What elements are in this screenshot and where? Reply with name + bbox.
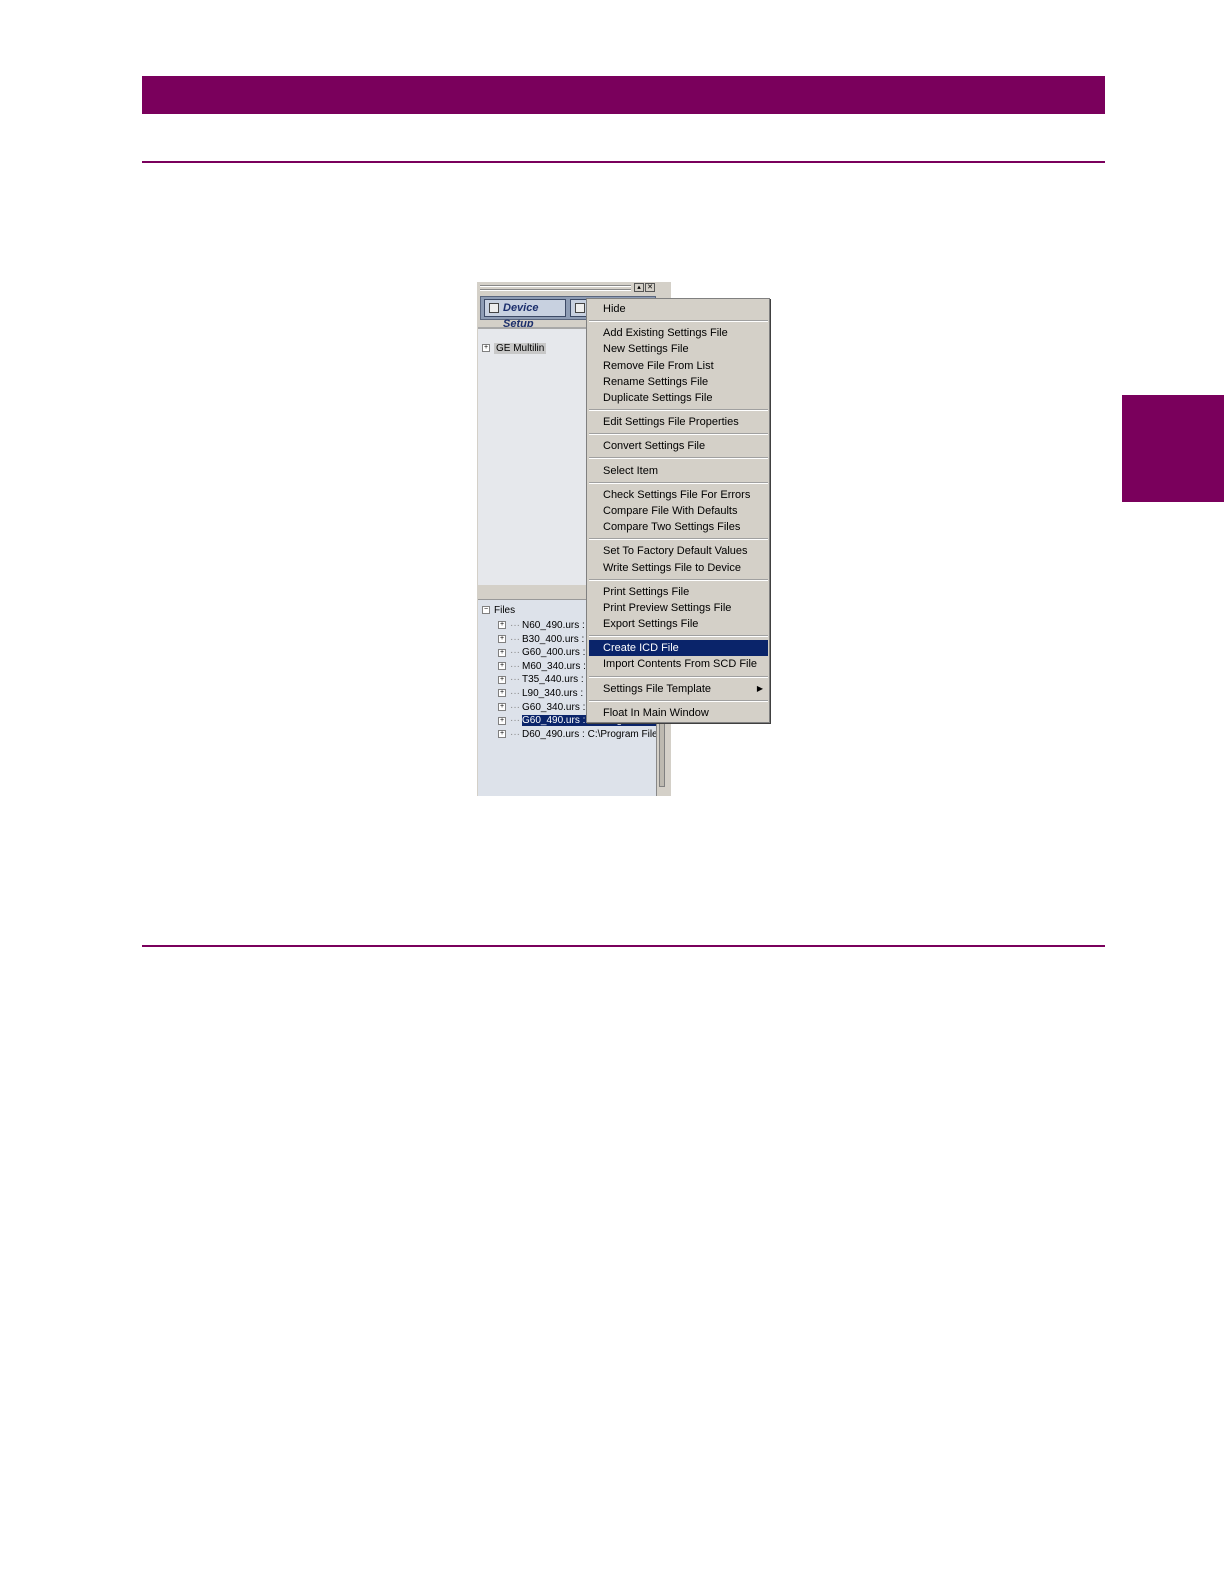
- menu-separator: [589, 538, 768, 541]
- expand-icon[interactable]: +: [482, 344, 490, 353]
- device-setup-button[interactable]: Device Setup: [484, 299, 566, 330]
- submenu-arrow-icon: ▶: [756, 683, 763, 693]
- menu-item-select-item[interactable]: Select Item: [589, 463, 768, 479]
- menu-item-compare-two-settings-files[interactable]: Compare Two Settings Files: [589, 519, 768, 535]
- context-menu: Hide Add Existing Settings File New Settin…: [586, 298, 770, 723]
- menu-separator: [589, 320, 768, 323]
- section-rule-bottom: [142, 945, 1105, 947]
- menu-item-new-settings-file[interactable]: New Settings File: [589, 341, 768, 357]
- expand-icon[interactable]: +: [498, 621, 506, 630]
- menu-separator: [589, 433, 768, 436]
- section-rule-top: [142, 161, 1105, 163]
- window-controls: ▴ ✕: [634, 283, 655, 292]
- tree-connector: ···: [510, 728, 520, 740]
- toolbar-grip[interactable]: [480, 285, 631, 287]
- tree-label: GE Multilin: [494, 343, 547, 354]
- expand-icon[interactable]: +: [498, 662, 506, 671]
- tree-connector: ···: [510, 688, 520, 699]
- menu-separator: [589, 481, 768, 484]
- tree-item-ge-multilin[interactable]: + GE Multilin: [482, 343, 547, 354]
- tree-connector: ···: [510, 647, 520, 659]
- expand-icon[interactable]: +: [498, 648, 506, 657]
- menu-item-set-to-factory-default-values[interactable]: Set To Factory Default Values: [589, 543, 768, 559]
- toolbar-grip[interactable]: [480, 289, 631, 291]
- menu-item-hide[interactable]: Hide: [589, 301, 768, 317]
- minimize-button[interactable]: ▴: [634, 283, 644, 292]
- close-button[interactable]: ✕: [645, 283, 655, 292]
- menu-item-settings-file-template[interactable]: Settings File Template ▶: [589, 681, 768, 697]
- tree-connector: ···: [510, 633, 520, 645]
- menu-item-remove-file-from-list[interactable]: Remove File From List: [589, 358, 768, 374]
- menu-item-print-preview-settings-file[interactable]: Print Preview Settings File: [589, 600, 768, 616]
- tree-label: Files: [494, 605, 516, 616]
- menu-separator: [589, 635, 768, 638]
- file-tree-item[interactable]: + ··· T35_440.urs : C:: [498, 673, 596, 686]
- menu-item-import-contents-from-scd-file[interactable]: Import Contents From SCD File: [589, 656, 768, 672]
- tree-connector: ···: [510, 701, 520, 713]
- expand-icon[interactable]: +: [498, 702, 506, 711]
- expand-icon[interactable]: +: [498, 730, 506, 739]
- expand-icon[interactable]: +: [498, 716, 506, 725]
- menu-item-export-settings-file[interactable]: Export Settings File: [589, 616, 768, 632]
- device-setup-icon: [489, 303, 499, 313]
- menu-separator: [589, 578, 768, 581]
- menu-item-edit-settings-file-properties[interactable]: Edit Settings File Properties: [589, 414, 768, 430]
- expand-icon[interactable]: +: [498, 675, 506, 684]
- menu-item-float-in-main-window[interactable]: Float In Main Window: [589, 705, 768, 721]
- tree-connector: ···: [510, 660, 520, 672]
- collapse-icon[interactable]: −: [482, 606, 490, 615]
- expand-icon[interactable]: +: [498, 689, 506, 698]
- tree-connector: ···: [510, 715, 520, 727]
- file-tree-item[interactable]: + ··· M60_340.urs : C:: [498, 660, 599, 673]
- chapter-header-bar: [142, 76, 1105, 114]
- menu-separator: [589, 408, 768, 411]
- menu-item-rename-settings-file[interactable]: Rename Settings File: [589, 374, 768, 390]
- menu-item-check-settings-file-for-errors[interactable]: Check Settings File For Errors: [589, 487, 768, 503]
- menu-item-write-settings-file-to-device[interactable]: Write Settings File to Device: [589, 560, 768, 576]
- tree-connector: ···: [510, 620, 520, 631]
- menu-separator: [589, 457, 768, 460]
- file-tree-item[interactable]: + ··· L90_340.urs : C:\: [498, 687, 599, 700]
- menu-item-print-settings-file[interactable]: Print Settings File: [589, 584, 768, 600]
- menu-separator: [589, 675, 768, 678]
- tree-connector: ···: [510, 674, 520, 686]
- file-tree-item[interactable]: + ··· N60_490.urs : C:: [498, 619, 598, 632]
- menu-item-compare-file-with-defaults[interactable]: Compare File With Defaults: [589, 503, 768, 519]
- menu-item-duplicate-settings-file[interactable]: Duplicate Settings File: [589, 390, 768, 406]
- file-tree-item[interactable]: + ··· B30_400.urs : C:: [498, 633, 597, 646]
- file-name: D60_490.urs : C:\Program Files': [522, 728, 656, 740]
- menu-item-convert-settings-file[interactable]: Convert Settings File: [589, 438, 768, 454]
- quick-connect-icon: [575, 303, 585, 313]
- menu-item-add-existing-settings-file[interactable]: Add Existing Settings File: [589, 325, 768, 341]
- tree-item-files[interactable]: − Files: [482, 605, 515, 616]
- file-tree-item[interactable]: + ··· G60_400.urs : C:: [498, 646, 598, 659]
- chapter-side-tab: [1122, 395, 1224, 502]
- file-tree-item[interactable]: + ··· G60_340.urs : C:: [498, 701, 598, 714]
- menu-item-create-icd-file[interactable]: Create ICD File: [589, 640, 768, 657]
- file-tree-item[interactable]: + ··· D60_490.urs : C:\Program Files': [498, 728, 656, 741]
- device-setup-label: Device Setup: [503, 302, 539, 330]
- expand-icon[interactable]: +: [498, 634, 506, 643]
- menu-separator: [589, 699, 768, 702]
